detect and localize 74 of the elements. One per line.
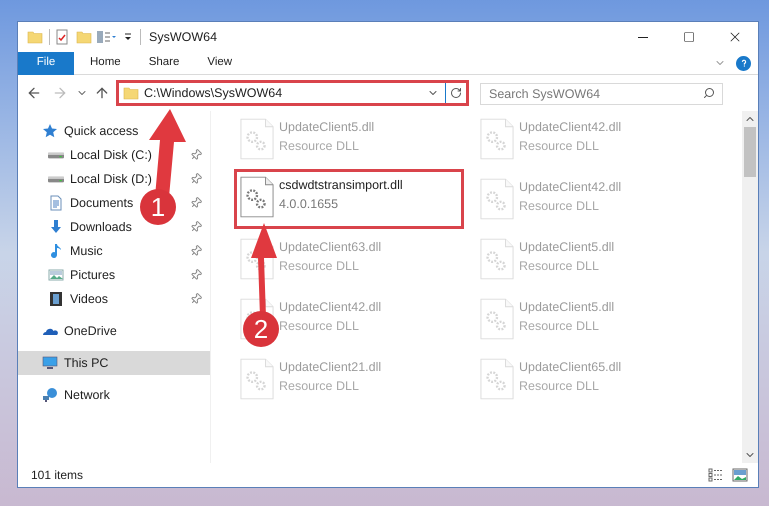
file-detail: Resource DLL	[279, 378, 360, 395]
gear-file-icon	[480, 118, 514, 160]
nav-item[interactable]: Local Disk (D:)	[48, 167, 152, 191]
file-name: UpdateClient5.dll	[279, 119, 374, 136]
gear-file-icon	[240, 118, 274, 160]
file-name: csdwdtstransimport.dll	[279, 177, 403, 194]
drive-icon	[48, 152, 64, 158]
minimize-icon	[638, 36, 648, 38]
nav-item[interactable]: OneDrive	[42, 319, 117, 343]
file-detail: 4.0.0.1655	[279, 196, 340, 213]
item-count: 101 items	[31, 467, 84, 484]
nav-item[interactable]: Pictures	[48, 263, 116, 287]
large-icons-view-icon[interactable]	[732, 468, 748, 482]
new-folder-icon	[76, 30, 92, 44]
document-icon	[48, 195, 64, 211]
file-name: UpdateClient42.dll	[519, 179, 622, 196]
nav-item[interactable]: Music	[48, 239, 103, 263]
file-name: UpdateClient5.dll	[519, 239, 614, 256]
file-detail: Resource DLL	[519, 378, 600, 395]
gear-file-icon	[240, 176, 274, 218]
star-icon	[42, 123, 58, 139]
drive-icon	[48, 176, 64, 182]
search-icon[interactable]	[703, 87, 715, 99]
nav-item[interactable]: Quick access	[42, 119, 138, 143]
file-name: UpdateClient65.dll	[519, 359, 622, 376]
file-detail: Resource DLL	[279, 318, 360, 335]
file-detail: Resource DLL	[279, 258, 360, 275]
properties-check-icon[interactable]	[56, 29, 68, 45]
file-name: UpdateClient42.dll	[279, 299, 382, 316]
film-icon	[48, 291, 64, 307]
refresh-icon[interactable]	[450, 87, 462, 99]
monitor-icon	[42, 355, 58, 371]
gear-file-icon	[480, 298, 514, 340]
folder-icon	[27, 30, 43, 44]
ribbon-tab[interactable]: Home	[76, 52, 135, 74]
file-name: UpdateClient42.dll	[519, 119, 622, 136]
nav-item[interactable]: Network	[42, 383, 110, 407]
ribbon-tab[interactable]: View	[193, 52, 246, 74]
network-globe-icon	[42, 387, 58, 403]
file-detail: Resource DLL	[519, 258, 600, 275]
download-arrow-icon	[48, 219, 64, 235]
gear-file-icon	[240, 358, 274, 400]
customize-toolbar-icon[interactable]	[124, 33, 132, 41]
picture-icon	[48, 269, 64, 281]
file-name: UpdateClient21.dll	[279, 359, 382, 376]
ribbon-tab[interactable]: Share	[134, 52, 194, 74]
back-icon[interactable]	[26, 85, 42, 101]
window-title: SysWOW64	[149, 28, 218, 46]
help-icon[interactable]	[736, 56, 751, 70]
search-field[interactable]: Search SysWOW64	[480, 83, 723, 105]
file-detail: Resource DLL	[279, 138, 360, 155]
scroll-thumb[interactable]	[744, 127, 756, 177]
file-name: UpdateClient5.dll	[519, 299, 614, 316]
scrollbar[interactable]	[742, 111, 758, 463]
gear-file-icon	[480, 238, 514, 280]
up-icon[interactable]	[94, 85, 110, 101]
address-path: C:\Windows\SysWOW64	[144, 84, 284, 102]
ribbon-tab[interactable]: File	[18, 52, 74, 74]
folder-icon	[123, 86, 139, 100]
file-detail: Resource DLL	[519, 198, 600, 215]
gear-file-icon	[480, 358, 514, 400]
nav-item[interactable]: Downloads	[48, 215, 132, 239]
address-bar[interactable]: C:\Windows\SysWOW64	[116, 80, 469, 106]
view-options-icon[interactable]	[96, 30, 118, 44]
nav-item[interactable]: Documents	[48, 191, 134, 215]
music-note-icon	[48, 243, 64, 259]
details-view-icon[interactable]	[708, 468, 724, 482]
file-detail: Resource DLL	[519, 318, 600, 335]
nav-item[interactable]: Local Disk (C:)	[48, 143, 152, 167]
nav-item[interactable]: Videos	[48, 287, 108, 311]
file-name: UpdateClient63.dll	[279, 239, 382, 256]
maximize-icon	[683, 31, 695, 43]
file-detail: Resource DLL	[519, 138, 600, 155]
gear-file-icon	[480, 178, 514, 220]
